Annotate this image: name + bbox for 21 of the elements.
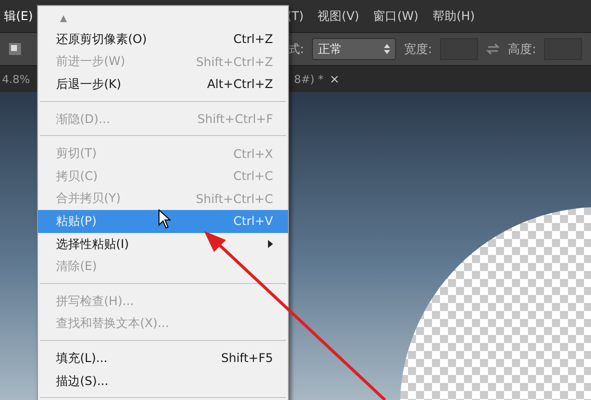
menu-item[interactable]: 后退一步(K) Alt+Ctrl+Z xyxy=(38,73,288,96)
scroll-up-arrow[interactable]: ▲ xyxy=(38,10,288,28)
menu-title[interactable]: 辑(E) xyxy=(4,8,33,24)
stepper-icon xyxy=(384,44,390,54)
menu-title[interactable]: 帮助(H) xyxy=(432,8,475,24)
menu-title[interactable]: 窗口(W) xyxy=(373,8,418,24)
zoom-level: 4.8% xyxy=(2,72,30,86)
style-select[interactable]: 正常 xyxy=(312,38,396,60)
menu-title[interactable]: 视图(V) xyxy=(318,8,360,24)
swap-icon[interactable] xyxy=(486,42,500,56)
tool-icon[interactable] xyxy=(8,42,22,56)
close-button[interactable]: × xyxy=(329,72,340,86)
style-label: 式: xyxy=(288,40,304,58)
menu-item[interactable]: 填充(L)... Shift+F5 xyxy=(38,347,288,370)
width-label: 宽度: xyxy=(404,40,432,58)
menu-item[interactable]: 描边(S)... xyxy=(38,370,288,392)
menu-item[interactable]: 选择性粘贴(I) xyxy=(38,232,288,256)
mouse-cursor-icon xyxy=(158,209,172,229)
height-label: 高度: xyxy=(508,40,536,58)
menu-item[interactable]: 还原剪切像素(O) Ctrl+Z xyxy=(38,28,288,51)
document-tab[interactable]: 8#) * xyxy=(294,72,324,86)
